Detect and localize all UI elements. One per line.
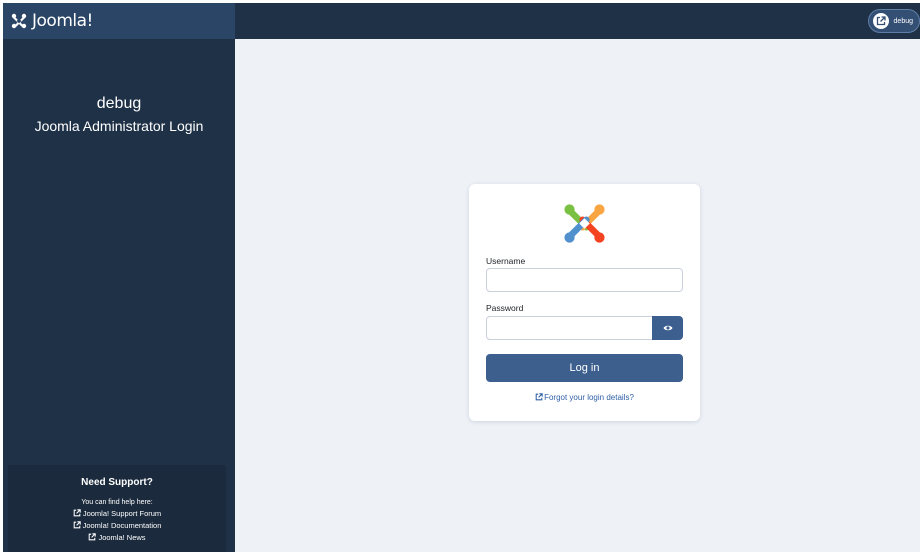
site-name: debug <box>96 95 142 112</box>
external-link-icon <box>73 521 81 529</box>
brand-logo[interactable]: Joomla! <box>3 3 235 39</box>
login-title: Joomla Administrator Login <box>34 118 204 134</box>
support-forum-label: Joomla! Support Forum <box>82 509 162 518</box>
support-heading: Need Support? <box>81 477 153 488</box>
brand-text: Joomla! <box>32 11 93 31</box>
password-label: Password <box>486 303 524 313</box>
eye-icon <box>663 325 672 331</box>
show-password-button[interactable] <box>652 316 683 340</box>
joomla-logo-icon <box>564 204 605 243</box>
view-site-label: debug <box>893 17 913 25</box>
top-header: Joomla! debug <box>3 3 920 39</box>
login-card: Username Password Log in Forgot your log… <box>469 184 700 421</box>
username-label: Username <box>486 256 526 266</box>
view-site-button[interactable]: debug <box>867 9 920 33</box>
external-link-icon <box>73 509 81 517</box>
app-frame: Joomla! debug debug Joomla Administrator… <box>3 3 920 552</box>
login-button[interactable]: Log in <box>486 354 683 382</box>
support-forum-link[interactable]: Joomla! Support Forum <box>8 509 226 518</box>
documentation-link[interactable]: Joomla! Documentation <box>8 521 226 530</box>
external-link-icon <box>535 393 543 401</box>
sidebar: debug Joomla Administrator Login Need Su… <box>3 39 235 552</box>
external-link-icon <box>89 533 97 541</box>
password-input[interactable] <box>486 316 653 340</box>
username-input[interactable] <box>486 268 683 292</box>
forgot-login-link[interactable]: Forgot your login details? <box>469 393 700 402</box>
forgot-login-label: Forgot your login details? <box>544 393 634 402</box>
documentation-label: Joomla! Documentation <box>82 521 162 530</box>
joomla-logo-icon <box>11 13 27 29</box>
news-label: Joomla! News <box>98 533 146 542</box>
support-intro: You can find help here: <box>81 499 153 506</box>
support-panel: Need Support? You can find help here: Jo… <box>8 465 226 552</box>
news-link[interactable]: Joomla! News <box>8 533 226 542</box>
external-link-icon <box>872 13 889 29</box>
